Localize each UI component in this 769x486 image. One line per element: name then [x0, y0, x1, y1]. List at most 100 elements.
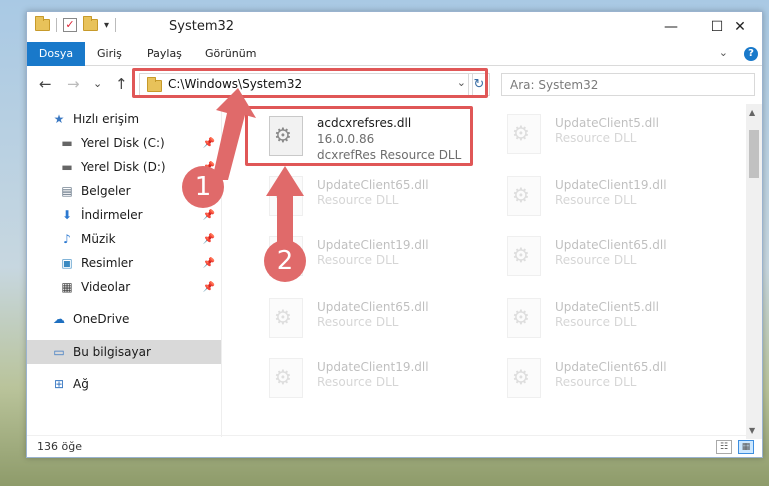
tab-home[interactable]: Giriş	[87, 42, 132, 66]
sidebar-item-pictures[interactable]: ▣ Resimler 📌	[27, 251, 221, 275]
recent-locations-icon[interactable]: ⌄	[93, 77, 102, 90]
folder-icon[interactable]	[35, 16, 50, 31]
file-list: acdcxrefsres.dll 16.0.0.86 dcxrefRes Res…	[227, 104, 739, 439]
dll-file-icon	[269, 298, 303, 338]
dll-file-icon	[269, 358, 303, 398]
search-placeholder: Ara: System32	[510, 78, 599, 92]
pin-icon[interactable]: 📌	[203, 282, 215, 293]
file-tile[interactable]: UpdateClient19.dll Resource DLL	[487, 172, 717, 224]
step-badge-2: 2	[264, 240, 306, 282]
pin-icon[interactable]: 📌	[203, 138, 215, 149]
scrollbar-thumb[interactable]	[749, 130, 759, 178]
ribbon-tabs: Dosya Giriş Paylaş Görünüm ⌄ ?	[27, 42, 762, 66]
file-name: UpdateClient19.dll	[317, 238, 429, 252]
cloud-icon: ☁	[53, 312, 65, 326]
file-name: UpdateClient19.dll	[555, 178, 667, 192]
search-input[interactable]: Ara: System32	[501, 73, 755, 96]
file-description: dcxrefRes Resource DLL	[317, 148, 462, 162]
file-tile-selected[interactable]: acdcxrefsres.dll 16.0.0.86 dcxrefRes Res…	[249, 110, 479, 162]
qat-separator	[56, 18, 57, 32]
sidebar-item-label: Yerel Disk (C:)	[81, 136, 165, 150]
minimize-button[interactable]: —	[648, 12, 694, 42]
file-tile[interactable]: UpdateClient19.dll Resource DLL	[249, 354, 479, 406]
file-name: UpdateClient19.dll	[317, 360, 429, 374]
star-icon: ★	[53, 112, 65, 126]
dll-file-icon	[507, 298, 541, 338]
file-name: UpdateClient5.dll	[555, 116, 659, 130]
pane-divider[interactable]	[221, 107, 222, 437]
video-icon: ▦	[61, 280, 73, 294]
sidebar-item-onedrive[interactable]: ☁ OneDrive	[27, 307, 221, 331]
explorer-window: ✓ ▾ System32 — ☐ ✕ Dosya Giriş Paylaş Gö…	[26, 11, 763, 458]
dll-file-icon	[269, 176, 303, 216]
qat-dropdown-icon[interactable]: ▾	[104, 20, 109, 31]
view-toggle: ☷ ▦	[716, 440, 754, 454]
sidebar-item-quick-access[interactable]: ★ Hızlı erişim	[27, 107, 221, 131]
properties-icon[interactable]: ✓	[63, 18, 77, 32]
address-bar[interactable]: C:\Windows\System32 ⌄	[139, 73, 473, 96]
pin-icon[interactable]: 📌	[203, 234, 215, 245]
title-bar: ✓ ▾ System32 — ☐ ✕	[27, 12, 762, 42]
sidebar-item-network[interactable]: ⊞ Ağ	[27, 372, 221, 396]
tab-share[interactable]: Paylaş	[137, 42, 192, 66]
address-dropdown-icon[interactable]: ⌄	[457, 76, 466, 89]
file-tile[interactable]: UpdateClient5.dll Resource DLL	[487, 110, 717, 162]
item-count: 136 öğe	[37, 440, 82, 453]
file-description: Resource DLL	[555, 193, 637, 207]
sidebar-item-downloads[interactable]: ⬇ İndirmeler 📌	[27, 203, 221, 227]
refresh-button[interactable]: ↻	[468, 73, 490, 96]
dll-file-icon	[507, 176, 541, 216]
documents-icon: ▤	[61, 184, 73, 198]
close-button[interactable]: ✕	[717, 12, 763, 42]
sidebar-item-label: Resimler	[81, 256, 134, 270]
sidebar-item-music[interactable]: ♪ Müzik 📌	[27, 227, 221, 251]
new-folder-icon[interactable]	[83, 16, 98, 31]
file-name: UpdateClient65.dll	[317, 300, 429, 314]
up-button[interactable]: ↑	[115, 75, 128, 93]
scroll-up-icon[interactable]: ▲	[749, 108, 755, 117]
file-tile[interactable]: UpdateClient65.dll Resource DLL	[487, 232, 717, 284]
back-button[interactable]: ←	[39, 75, 52, 93]
file-name: acdcxrefsres.dll	[317, 116, 412, 130]
tab-view[interactable]: Görünüm	[195, 42, 266, 66]
file-name: UpdateClient5.dll	[555, 300, 659, 314]
tab-file[interactable]: Dosya	[27, 42, 85, 66]
sidebar-item-videos[interactable]: ▦ Videolar 📌	[27, 275, 221, 299]
file-description: Resource DLL	[555, 253, 637, 267]
computer-icon: ▭	[53, 345, 65, 359]
sidebar-item-label: Belgeler	[81, 184, 131, 198]
file-description: Resource DLL	[317, 375, 399, 389]
qat-separator	[115, 18, 117, 32]
file-name: UpdateClient65.dll	[555, 360, 667, 374]
sidebar-item-label: İndirmeler	[81, 208, 143, 222]
scroll-down-icon[interactable]: ▼	[749, 426, 755, 435]
tiles-view-icon[interactable]: ▦	[738, 440, 754, 454]
dll-file-icon	[507, 358, 541, 398]
file-description: Resource DLL	[555, 131, 637, 145]
sidebar-item-this-pc[interactable]: ▭ Bu bilgisayar	[27, 340, 221, 364]
file-description: Resource DLL	[555, 375, 637, 389]
pictures-icon: ▣	[61, 256, 73, 270]
forward-button[interactable]: →	[67, 75, 80, 93]
network-icon: ⊞	[53, 377, 65, 391]
step-badge-1: 1	[182, 166, 224, 208]
download-icon: ⬇	[61, 208, 73, 222]
file-tile[interactable]: UpdateClient65.dll Resource DLL	[249, 172, 479, 224]
quick-access-toolbar: ✓ ▾	[35, 16, 117, 32]
file-tile[interactable]: UpdateClient5.dll Resource DLL	[487, 294, 717, 346]
ribbon-collapse-icon[interactable]: ⌄	[719, 46, 728, 59]
vertical-scrollbar[interactable]: ▲ ▼	[746, 104, 762, 439]
help-icon[interactable]: ?	[744, 47, 758, 61]
details-view-icon[interactable]: ☷	[716, 440, 732, 454]
file-tile[interactable]: UpdateClient65.dll Resource DLL	[487, 354, 717, 406]
dll-file-icon	[507, 236, 541, 276]
pin-icon[interactable]: 📌	[203, 258, 215, 269]
sidebar-item-local-disk-c[interactable]: ▬ Yerel Disk (C:) 📌	[27, 131, 221, 155]
sidebar-item-label: Hızlı erişim	[73, 112, 140, 126]
file-description: Resource DLL	[317, 253, 399, 267]
pin-icon[interactable]: 📌	[203, 210, 215, 221]
sidebar-item-label: Bu bilgisayar	[73, 345, 151, 359]
sidebar-item-label: Yerel Disk (D:)	[81, 160, 166, 174]
file-tile[interactable]: UpdateClient65.dll Resource DLL	[249, 294, 479, 346]
navigation-pane: ★ Hızlı erişim ▬ Yerel Disk (C:) 📌 ▬ Yer…	[27, 107, 221, 437]
